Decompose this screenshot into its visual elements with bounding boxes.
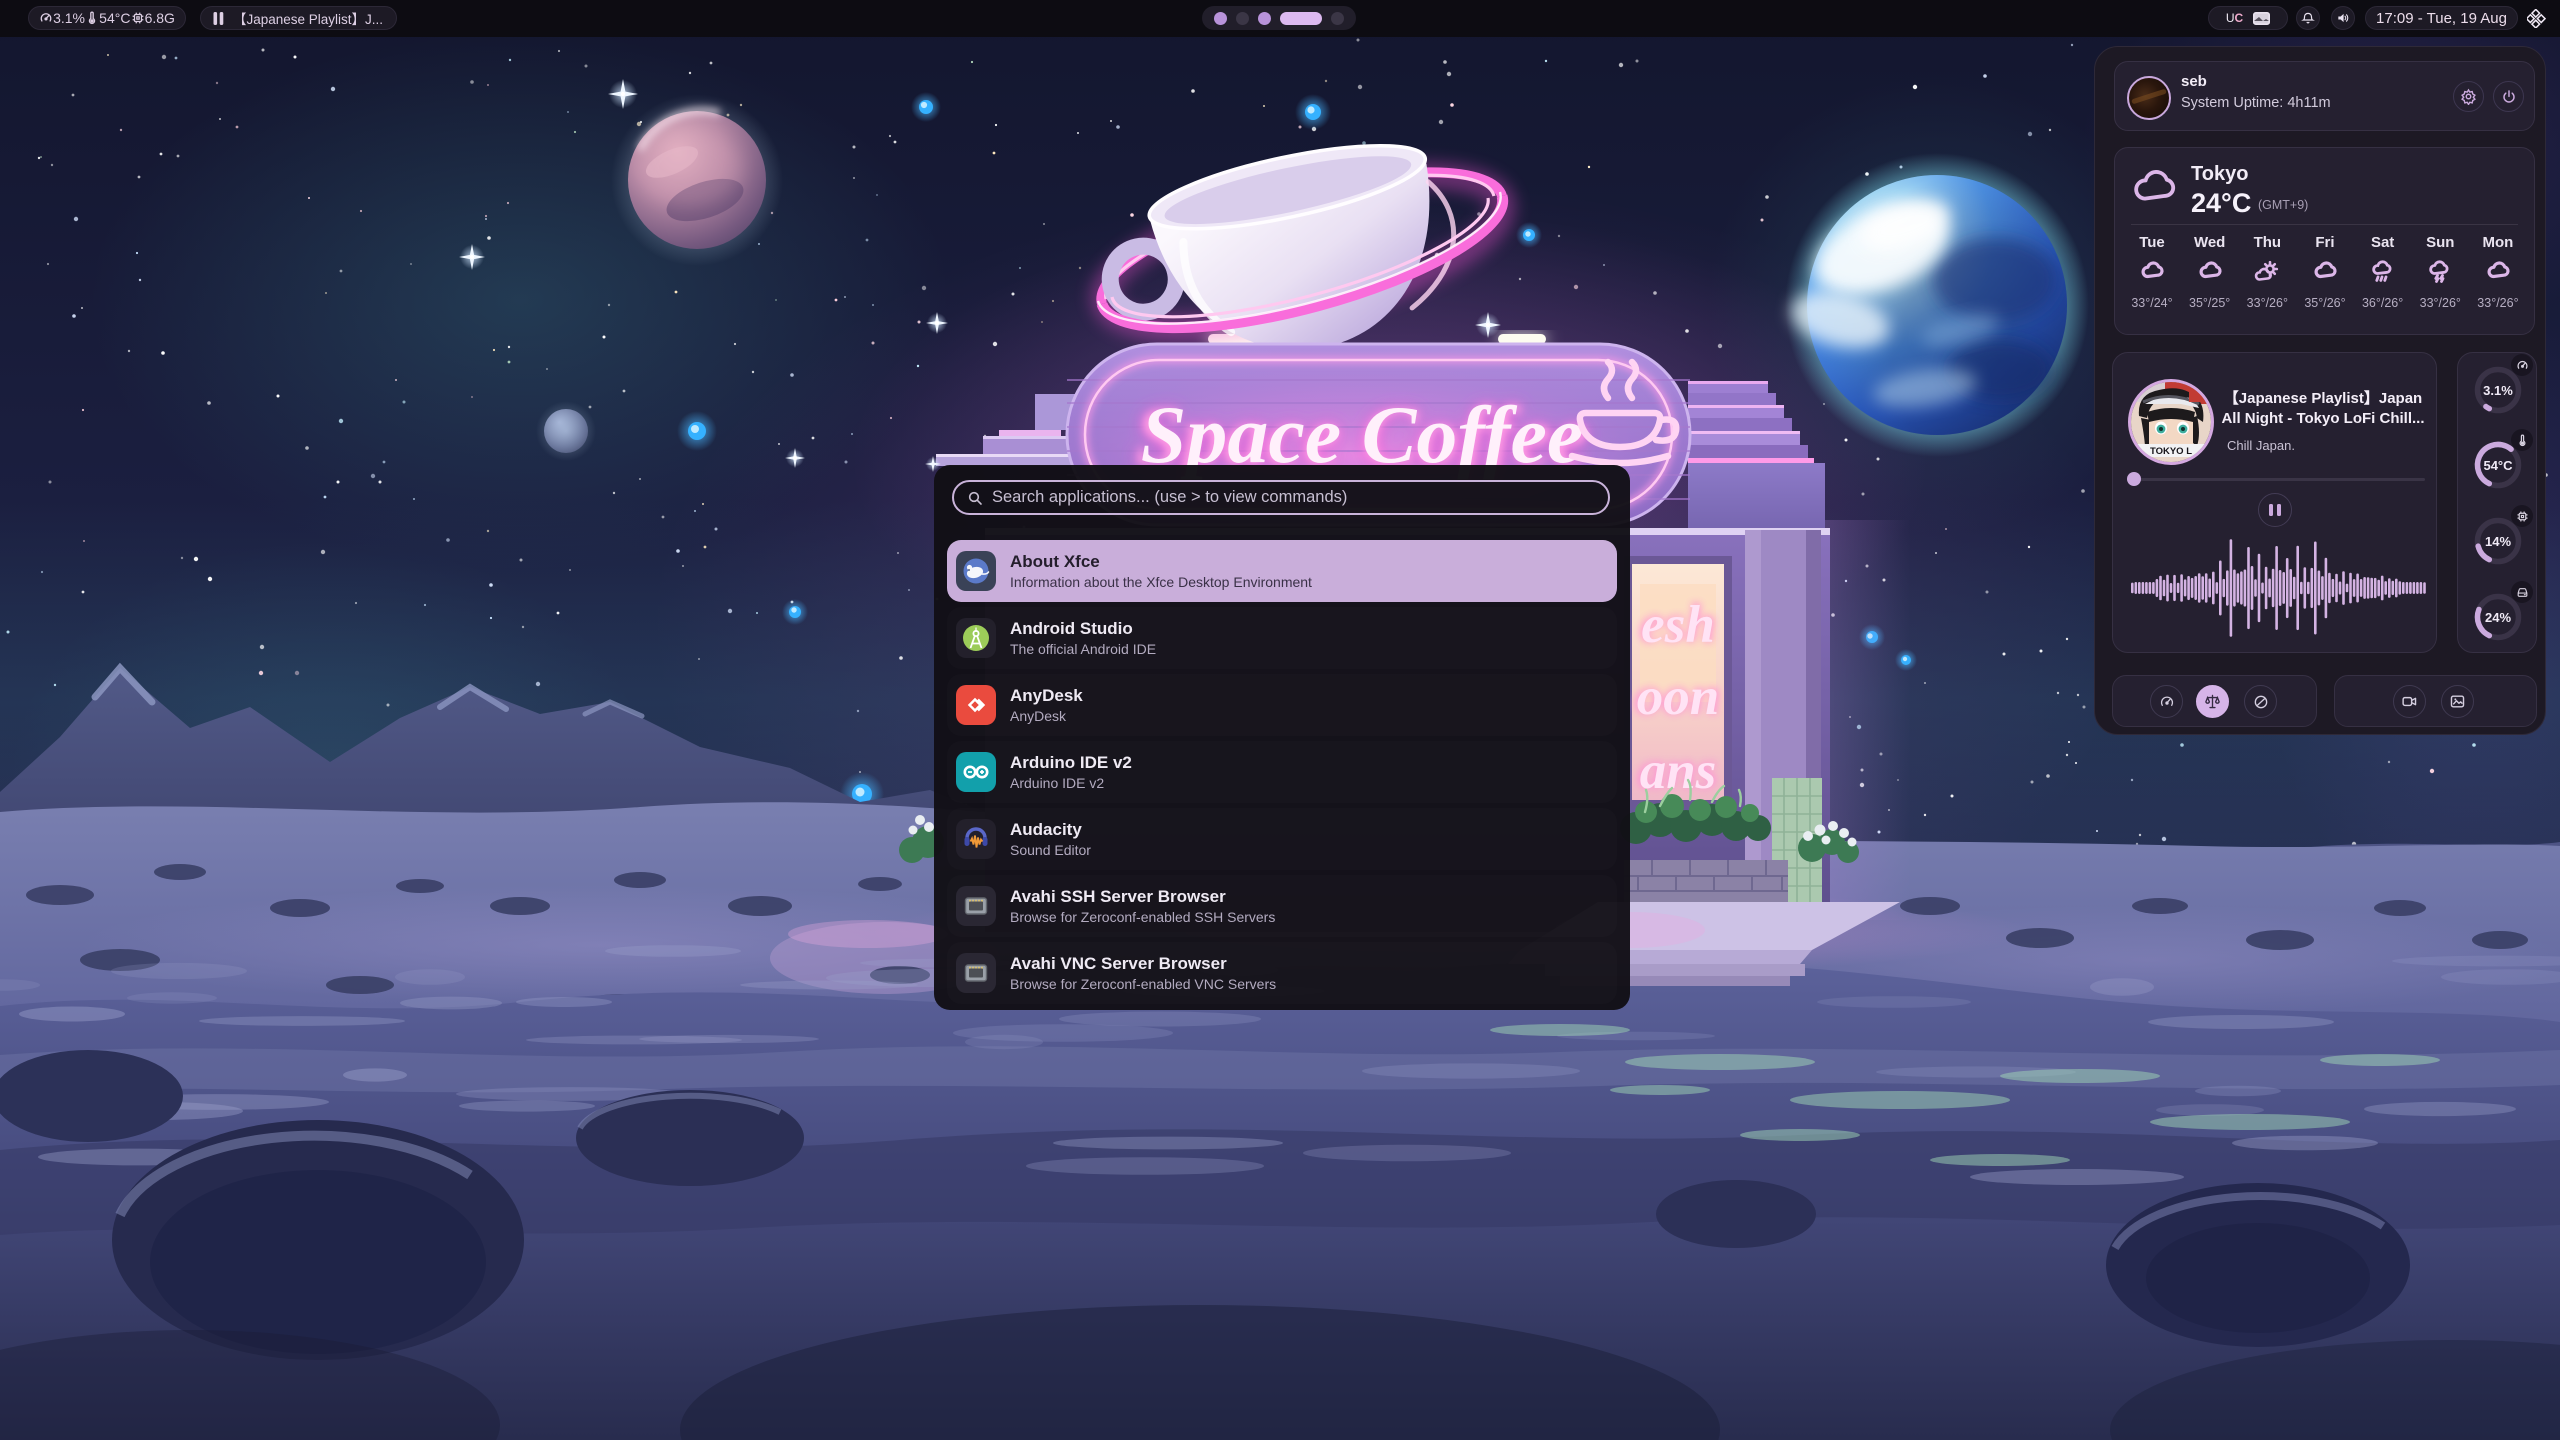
svg-text:oon: oon [1637,668,1719,726]
svg-text:ans: ans [1640,742,1717,800]
svg-text:TOKYO L: TOKYO L [2150,446,2192,457]
svg-text:esh: esh [1641,596,1715,654]
